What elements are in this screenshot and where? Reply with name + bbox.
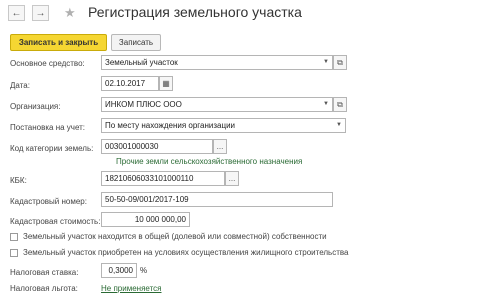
tax-benefit-label: Налоговая льгота: xyxy=(10,284,78,293)
tax-rate-field[interactable]: 0,3000 xyxy=(101,263,137,278)
cadastral-value-label: Кадастровая стоимость: xyxy=(10,217,101,226)
chevron-down-icon[interactable]: ▼ xyxy=(320,98,332,111)
percent-unit: % xyxy=(140,266,148,275)
main-asset-label: Основное средство: xyxy=(10,59,85,68)
open-icon[interactable]: ⧉ xyxy=(333,55,347,70)
star-icon[interactable]: ★ xyxy=(64,5,76,21)
cadastral-value-field[interactable]: 10 000 000,00 xyxy=(101,212,190,227)
date-label: Дата: xyxy=(10,81,30,90)
tax-benefit-link[interactable]: Не применяется xyxy=(101,284,162,293)
land-category-label: Код категории земель: xyxy=(10,144,94,153)
shared-ownership-label: Земельный участок находится в общей (дол… xyxy=(23,232,327,241)
select-button[interactable]: ... xyxy=(213,139,227,154)
organization-field[interactable]: ИНКОМ ПЛЮС ООО ▼ xyxy=(101,97,333,112)
shared-ownership-checkbox[interactable] xyxy=(10,233,18,241)
cadastral-number-label: Кадастровый номер: xyxy=(10,197,87,206)
arrow-right-icon: → xyxy=(35,7,46,19)
chevron-down-icon[interactable]: ▼ xyxy=(320,56,332,69)
housing-purchase-label: Земельный участок приобретен на условиях… xyxy=(23,248,349,257)
select-button[interactable]: ... xyxy=(225,171,239,186)
land-category-field[interactable]: 003001000030 xyxy=(101,139,213,154)
land-category-hint: Прочие земли сельскохозяйственного назна… xyxy=(116,157,303,166)
arrow-left-icon: ← xyxy=(11,7,22,19)
save-and-close-button[interactable]: Записать и закрыть xyxy=(10,34,107,51)
registration-field[interactable]: По месту нахождения организации ▼ xyxy=(101,118,346,133)
open-icon[interactable]: ⧉ xyxy=(333,97,347,112)
save-button[interactable]: Записать xyxy=(111,34,161,51)
back-button[interactable]: ← xyxy=(8,5,25,21)
page-title: Регистрация земельного участка xyxy=(88,4,302,20)
organization-label: Организация: xyxy=(10,102,61,111)
date-field[interactable]: 02.10.2017 xyxy=(101,76,159,91)
kbk-field[interactable]: 18210606033101000110 xyxy=(101,171,225,186)
housing-purchase-checkbox[interactable] xyxy=(10,249,18,257)
calendar-icon[interactable]: ▦ xyxy=(159,76,173,91)
chevron-down-icon[interactable]: ▼ xyxy=(333,119,345,132)
tax-rate-label: Налоговая ставка: xyxy=(10,268,79,277)
main-asset-field[interactable]: Земельный участок ▼ xyxy=(101,55,333,70)
kbk-label: КБК: xyxy=(10,176,27,185)
forward-button[interactable]: → xyxy=(32,5,49,21)
cadastral-number-field[interactable]: 50-50-09/001/2017-109 xyxy=(101,192,333,207)
registration-label: Постановка на учет: xyxy=(10,123,86,132)
